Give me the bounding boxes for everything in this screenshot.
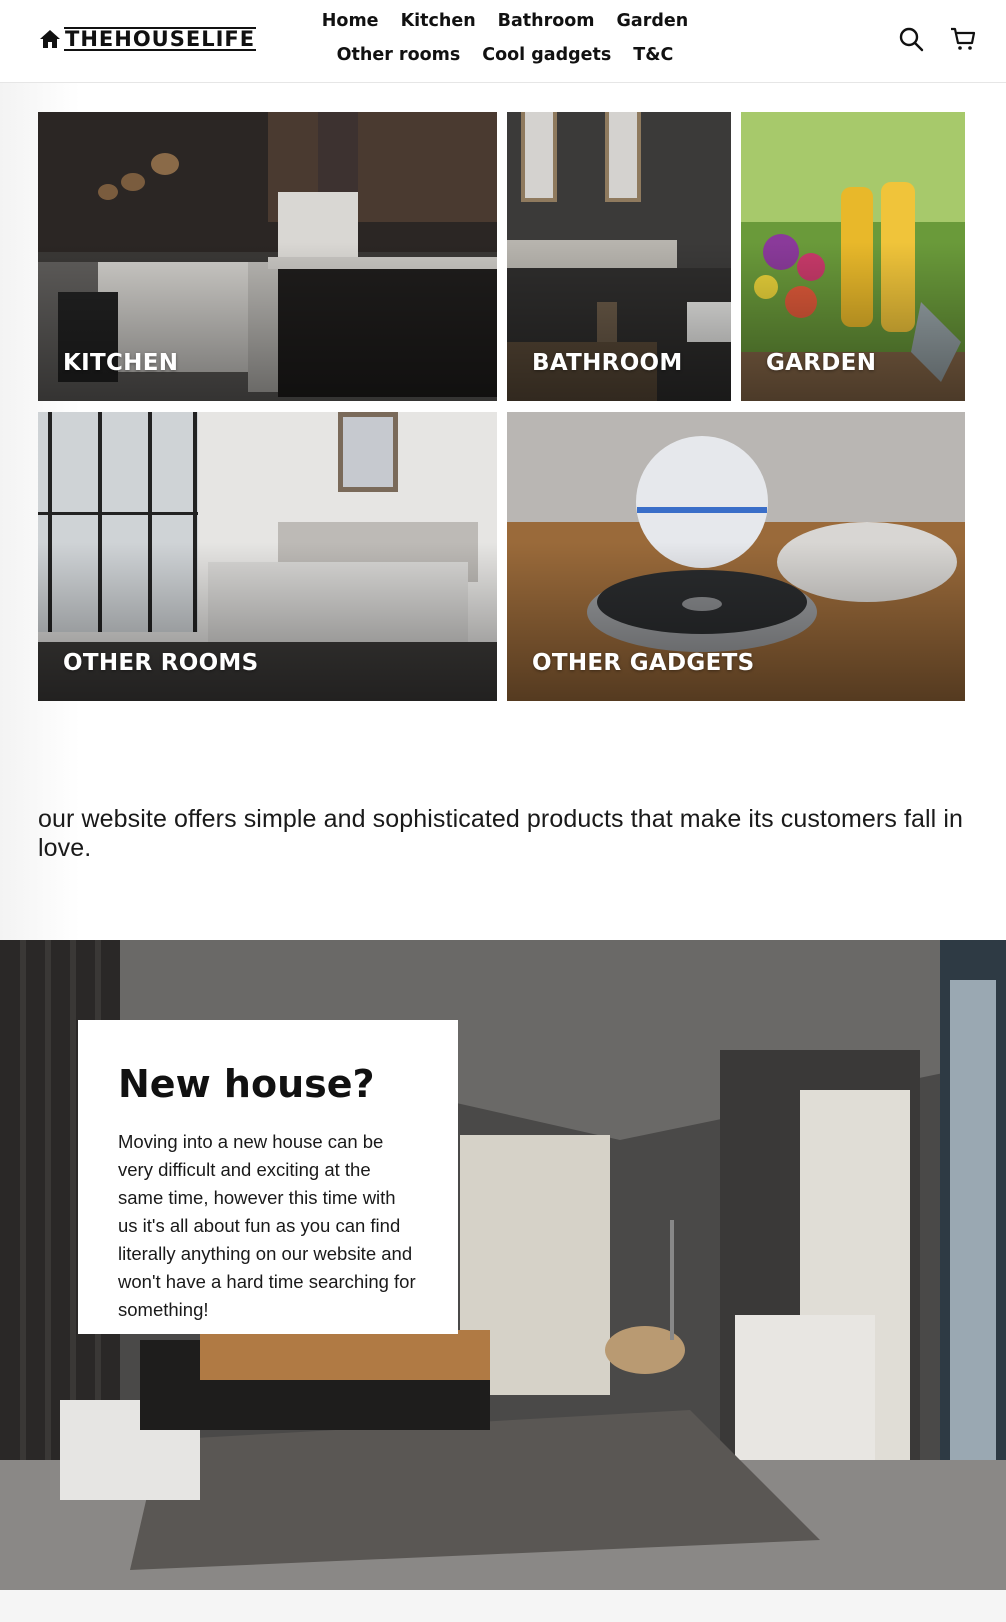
page-bottom-strip xyxy=(0,1590,1006,1622)
site-logo[interactable]: THEHOUSELIFE xyxy=(38,26,257,52)
collection-other-gadgets[interactable]: OTHER GADGETS xyxy=(507,412,965,701)
tile-label: KITCHEN xyxy=(63,350,179,376)
main-nav: Home Kitchen Bathroom Garden Other rooms… xyxy=(300,8,710,68)
house-icon xyxy=(40,30,60,48)
nav-terms[interactable]: T&C xyxy=(633,42,673,68)
site-header: THEHOUSELIFE Home Kitchen Bathroom Garde… xyxy=(0,0,1006,83)
tile-overlay xyxy=(38,242,497,401)
tile-overlay xyxy=(741,242,965,401)
hero-card: New house? Moving into a new house can b… xyxy=(78,1020,458,1334)
tile-label: BATHROOM xyxy=(532,350,683,376)
collection-other-rooms[interactable]: OTHER ROOMS xyxy=(38,412,497,701)
nav-cool-gadgets[interactable]: Cool gadgets xyxy=(482,42,611,68)
site-tagline: our website offers simple and sophistica… xyxy=(38,805,964,862)
hero-banner: New house? Moving into a new house can b… xyxy=(0,940,1006,1590)
tile-overlay xyxy=(38,542,497,701)
tile-label: OTHER ROOMS xyxy=(63,650,259,676)
collection-bathroom[interactable]: BATHROOM xyxy=(507,112,731,401)
tile-overlay xyxy=(507,542,965,701)
collection-garden[interactable]: GARDEN xyxy=(741,112,965,401)
nav-home[interactable]: Home xyxy=(322,8,379,34)
search-icon[interactable] xyxy=(898,26,924,52)
logo-text: THEHOUSELIFE xyxy=(64,27,257,51)
nav-garden[interactable]: Garden xyxy=(617,8,689,34)
hero-title: New house? xyxy=(118,1062,375,1106)
nav-bathroom[interactable]: Bathroom xyxy=(498,8,595,34)
header-actions xyxy=(898,26,976,52)
tile-label: GARDEN xyxy=(766,350,877,376)
collection-kitchen[interactable]: KITCHEN xyxy=(38,112,497,401)
hero-body: Moving into a new house can be very diff… xyxy=(118,1131,416,1320)
nav-other-rooms[interactable]: Other rooms xyxy=(337,42,461,68)
nav-kitchen[interactable]: Kitchen xyxy=(401,8,476,34)
tile-label: OTHER GADGETS xyxy=(532,650,755,676)
tile-overlay xyxy=(507,242,731,401)
cart-icon[interactable] xyxy=(950,26,976,52)
